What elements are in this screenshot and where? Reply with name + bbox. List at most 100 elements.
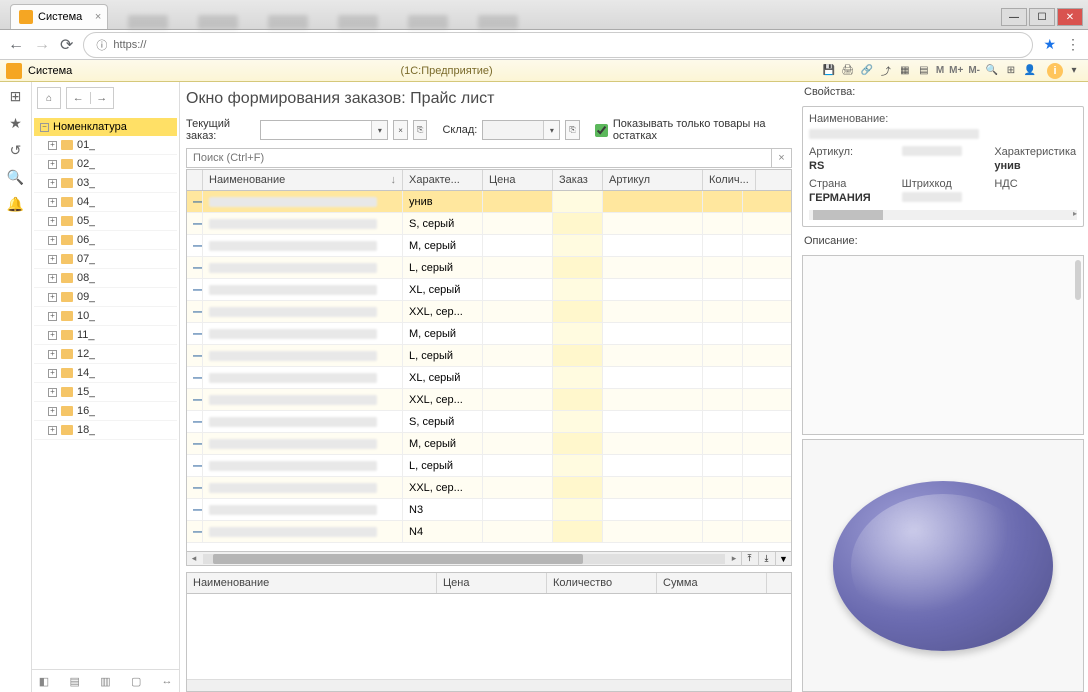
table-row[interactable]: —N4 <box>187 521 791 543</box>
combo-dropdown-icon[interactable]: ▾ <box>371 121 387 139</box>
nav-back-icon[interactable]: ← <box>8 36 24 54</box>
sum-col-qty[interactable]: Количество <box>547 573 657 593</box>
row-order[interactable] <box>553 389 603 410</box>
tree-item[interactable]: +05_ <box>34 212 177 231</box>
search-input[interactable] <box>186 148 772 168</box>
row-order[interactable] <box>553 433 603 454</box>
tree-item[interactable]: +18_ <box>34 421 177 440</box>
window-maximize[interactable]: ☐ <box>1029 8 1055 26</box>
nomenclature-tree[interactable]: − Номенклатура +01_+02_+03_+04_+05_+06_+… <box>32 114 179 669</box>
expand-icon[interactable]: + <box>48 407 57 416</box>
table-row[interactable]: —M, серый <box>187 235 791 257</box>
print-icon[interactable]: 🖨 <box>840 63 856 79</box>
link-icon[interactable]: 🔗 <box>859 63 875 79</box>
row-order[interactable] <box>553 367 603 388</box>
window-minimize[interactable]: — <box>1001 8 1027 26</box>
order-clear-button[interactable]: × <box>393 120 408 140</box>
row-order[interactable] <box>553 323 603 344</box>
grid-bottom-icon[interactable]: ⤓ <box>758 552 774 566</box>
grid-top-icon[interactable]: ⤒ <box>741 552 757 566</box>
table-row[interactable]: —XL, серый <box>187 279 791 301</box>
rail-history-icon[interactable]: ↺ <box>10 142 22 159</box>
window-close[interactable]: ✕ <box>1057 8 1083 26</box>
expand-icon[interactable]: + <box>48 350 57 359</box>
scroll-right-icon[interactable]: ▸ <box>727 553 741 564</box>
tree-item[interactable]: +15_ <box>34 383 177 402</box>
current-order-combo[interactable]: ▾ <box>260 120 388 140</box>
description-box[interactable] <box>802 255 1084 435</box>
browser-menu-icon[interactable]: ⋮ <box>1066 36 1080 53</box>
row-order[interactable] <box>553 521 603 542</box>
rail-apps-icon[interactable]: ⊞ <box>10 88 22 105</box>
calendar-icon[interactable]: ▦ <box>897 63 913 79</box>
table-row[interactable]: —XXL, сер... <box>187 301 791 323</box>
expand-icon[interactable]: + <box>48 369 57 378</box>
user-icon[interactable]: 👤 <box>1022 63 1038 79</box>
tree-item[interactable]: +09_ <box>34 288 177 307</box>
expand-icon[interactable]: + <box>48 388 57 397</box>
col-price[interactable]: Цена <box>483 170 553 190</box>
tree-item[interactable]: +03_ <box>34 174 177 193</box>
warehouse-combo[interactable]: ▾ <box>482 120 560 140</box>
export-icon[interactable]: ⤴ <box>878 63 894 79</box>
expand-icon[interactable]: + <box>48 217 57 226</box>
row-order[interactable] <box>553 455 603 476</box>
expand-icon[interactable]: + <box>48 293 57 302</box>
expand-icon[interactable]: + <box>48 179 57 188</box>
rail-star-icon[interactable]: ★ <box>9 115 22 132</box>
memory-m[interactable]: М <box>935 63 945 79</box>
col-characteristic[interactable]: Характе... <box>403 170 483 190</box>
nav-row2-icon[interactable]: ▥ <box>97 673 115 689</box>
row-order[interactable] <box>553 411 603 432</box>
expand-icon[interactable]: + <box>48 331 57 340</box>
expand-icon[interactable]: + <box>48 236 57 245</box>
table-row[interactable]: —N3 <box>187 499 791 521</box>
current-order-input[interactable] <box>261 121 371 139</box>
browser-tab[interactable]: Система × <box>10 4 108 29</box>
table-row[interactable]: —M, серый <box>187 433 791 455</box>
summary-grid[interactable]: Наименование Цена Количество Сумма <box>186 572 792 692</box>
table-row[interactable]: —унив <box>187 191 791 213</box>
tree-item[interactable]: +08_ <box>34 269 177 288</box>
tree-item[interactable]: +16_ <box>34 402 177 421</box>
expand-icon[interactable]: + <box>48 426 57 435</box>
expand-icon[interactable]: + <box>48 255 57 264</box>
table-row[interactable]: —XL, серый <box>187 367 791 389</box>
nav-close-icon[interactable]: ▢ <box>127 673 145 689</box>
stock-only-checkbox[interactable] <box>595 124 608 137</box>
table-row[interactable]: —L, серый <box>187 345 791 367</box>
nav-forward-icon[interactable]: → <box>34 36 50 54</box>
expand-icon[interactable]: + <box>48 312 57 321</box>
dropdown-icon[interactable]: ▾ <box>1066 63 1082 79</box>
order-new-button[interactable]: ⎘ <box>413 120 428 140</box>
table-row[interactable]: —M, серый <box>187 323 791 345</box>
grid-hscroll[interactable]: ◂ ▸ ⤒ ⤓ ▼ <box>186 552 792 566</box>
site-info-icon[interactable]: ⓘ <box>96 37 107 53</box>
row-order[interactable] <box>553 257 603 278</box>
row-order[interactable] <box>553 477 603 498</box>
info-icon[interactable]: i <box>1047 63 1063 79</box>
expand-icon[interactable]: − <box>40 123 49 132</box>
tree-root[interactable]: − Номенклатура <box>34 118 177 136</box>
col-order[interactable]: Заказ <box>553 170 603 190</box>
nav-collapse-icon[interactable]: ◧ <box>35 673 53 689</box>
table-row[interactable]: —XXL, сер... <box>187 477 791 499</box>
summary-hscroll[interactable] <box>187 679 791 691</box>
table-row[interactable]: —XXL, сер... <box>187 389 791 411</box>
url-input[interactable]: ⓘ https:// <box>83 32 1033 58</box>
row-order[interactable] <box>553 191 603 212</box>
tree-item[interactable]: +07_ <box>34 250 177 269</box>
tree-item[interactable]: +12_ <box>34 345 177 364</box>
expand-icon[interactable]: + <box>48 198 57 207</box>
row-order[interactable] <box>553 301 603 322</box>
nav-back-forward[interactable]: ← → <box>66 87 114 109</box>
warehouse-open-button[interactable]: ⎘ <box>565 120 580 140</box>
search-clear-button[interactable]: × <box>772 148 792 168</box>
warehouse-dropdown-icon[interactable]: ▾ <box>543 121 559 139</box>
desc-vscroll[interactable] <box>1075 260 1081 300</box>
scroll-left-icon[interactable]: ◂ <box>187 553 201 564</box>
row-order[interactable] <box>553 499 603 520</box>
col-quantity[interactable]: Колич... <box>703 170 756 190</box>
tree-item[interactable]: +06_ <box>34 231 177 250</box>
grid-filter-icon[interactable]: ▼ <box>775 552 791 566</box>
